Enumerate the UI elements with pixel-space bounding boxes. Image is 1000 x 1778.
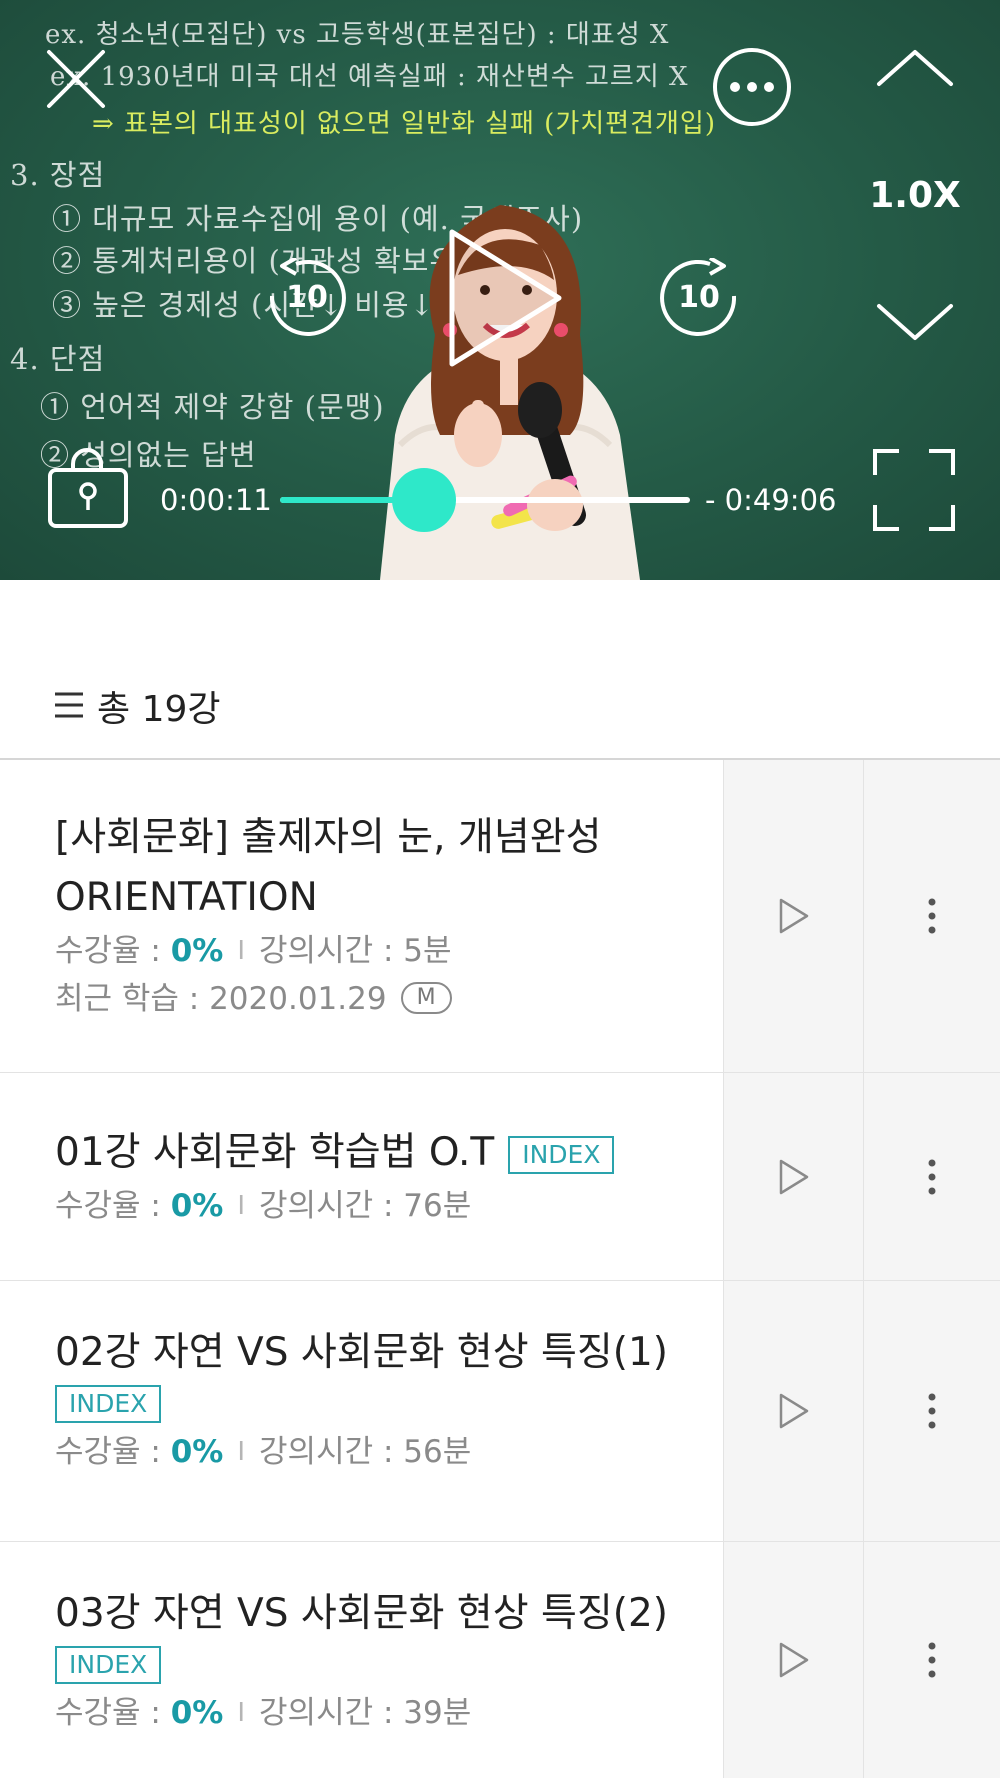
lecture-meta: 수강율 : 0% I 강의시간 : 5분 bbox=[55, 928, 715, 976]
lecture-info: 01강 사회문화 학습법 O.T INDEX 수강율 : 0% I 강의시간 : 76… bbox=[55, 1123, 715, 1231]
recent-study: 최근 학습 : 2020.01.29 M bbox=[55, 976, 715, 1022]
rate-label: 수강율 : bbox=[55, 933, 171, 969]
badge-row: INDEX bbox=[55, 1385, 715, 1423]
chevron-up-icon bbox=[877, 50, 953, 86]
remaining-time: - 0:49:06 bbox=[705, 483, 837, 517]
rate-label: 수강율 : bbox=[55, 1695, 171, 1731]
seek-bar[interactable] bbox=[280, 468, 690, 532]
forward-seconds: 10 bbox=[678, 280, 720, 315]
lecture-item[interactable]: [사회문화] 출제자의 눈, 개념완성 ORIENTATION 수강율 : 0%… bbox=[0, 760, 1000, 1073]
video-player[interactable]: ex. 청소년(모집단) vs 고등학생(표본집단) : 대표성 X ex. 1… bbox=[0, 0, 1000, 580]
current-time: 0:00:11 bbox=[160, 483, 272, 517]
lecture-options-button[interactable] bbox=[863, 1542, 1000, 1778]
speed-down-button[interactable] bbox=[875, 302, 955, 342]
lecture-info: 02강 자연 VS 사회문화 현상 특징(1) INDEX 수강율 : 0% I 강… bbox=[55, 1323, 715, 1477]
chalk-line: 4. 단점 bbox=[10, 342, 106, 376]
index-badge[interactable]: INDEX bbox=[55, 1646, 162, 1684]
speed-up-button[interactable] bbox=[875, 48, 955, 88]
separator: I bbox=[237, 936, 246, 966]
forward-10-button[interactable]: 10 bbox=[658, 258, 740, 340]
lecture-meta: 수강율 : 0% I 강의시간 : 56분 bbox=[55, 1429, 715, 1477]
chalk-line: 3. 장점 bbox=[10, 158, 106, 192]
rate-label: 수강율 : bbox=[55, 1188, 171, 1224]
rewind-seconds: 10 bbox=[286, 280, 328, 315]
lecture-options-button[interactable] bbox=[863, 1073, 1000, 1280]
chalk-line: ex. 1930년대 미국 대선 예측실패 : 재산변수 고르지 X bbox=[50, 62, 689, 92]
mobile-badge: M bbox=[400, 981, 452, 1014]
fullscreen-icon bbox=[873, 449, 955, 531]
lecture-title: [사회문화] 출제자의 눈, 개념완성 bbox=[55, 815, 602, 860]
index-badge[interactable]: INDEX bbox=[508, 1135, 615, 1174]
menu-icon bbox=[55, 692, 83, 718]
separator: I bbox=[237, 1698, 246, 1728]
play-icon bbox=[779, 1642, 808, 1678]
lock-button[interactable] bbox=[47, 448, 129, 530]
chalk-line: ① 언어적 제약 강함 (문맹) bbox=[40, 390, 385, 424]
play-lecture-button[interactable] bbox=[723, 1281, 863, 1541]
chalk-line: ⇒ 표본의 대표성이 없으면 일반화 실패 (가치편견개입) bbox=[92, 109, 716, 139]
lecture-title: 02강 자연 VS 사회문화 현상 특징(1) bbox=[55, 1330, 668, 1375]
lecture-duration: 강의시간 : 5분 bbox=[259, 933, 452, 969]
play-lecture-button[interactable] bbox=[723, 760, 863, 1072]
fullscreen-button[interactable] bbox=[872, 448, 956, 532]
lecture-title: 01강 사회문화 학습법 O.T bbox=[55, 1130, 495, 1175]
completion-rate: 0% bbox=[170, 1188, 224, 1224]
play-icon bbox=[779, 898, 808, 934]
chalk-line: ex. 청소년(모집단) vs 고등학생(표본집단) : 대표성 X bbox=[45, 20, 670, 50]
play-lecture-button[interactable] bbox=[723, 1073, 863, 1280]
close-icon bbox=[47, 50, 105, 108]
completion-rate: 0% bbox=[170, 1434, 224, 1470]
play-icon bbox=[449, 229, 562, 367]
more-vertical-icon bbox=[928, 1642, 936, 1678]
play-lecture-button[interactable] bbox=[723, 1542, 863, 1778]
lecture-options-button[interactable] bbox=[863, 760, 1000, 1072]
more-button[interactable] bbox=[712, 47, 792, 127]
lecture-info: 03강 자연 VS 사회문화 현상 특징(2) INDEX 수강율 : 0% I 강… bbox=[55, 1584, 715, 1738]
rate-label: 수강율 : bbox=[55, 1434, 171, 1470]
lecture-info: [사회문화] 출제자의 눈, 개념완성 ORIENTATION 수강율 : 0%… bbox=[55, 808, 715, 1022]
lecture-title-row: 01강 사회문화 학습법 O.T INDEX bbox=[55, 1123, 715, 1183]
play-icon bbox=[779, 1159, 808, 1194]
playback-speed: 1.0X bbox=[869, 175, 961, 216]
lecture-item[interactable]: 03강 자연 VS 사회문화 현상 특징(2) INDEX 수강율 : 0% I 강… bbox=[0, 1542, 1000, 1778]
lecture-title: 03강 자연 VS 사회문화 현상 특징(2) bbox=[55, 1591, 668, 1636]
lecture-item[interactable]: 02강 자연 VS 사회문화 현상 특징(1) INDEX 수강율 : 0% I 강… bbox=[0, 1281, 1000, 1542]
completion-rate: 0% bbox=[170, 933, 224, 969]
completion-rate: 0% bbox=[170, 1695, 224, 1731]
lecture-options-button[interactable] bbox=[863, 1281, 1000, 1541]
total-lectures: 총 19강 bbox=[97, 689, 221, 730]
lecture-item[interactable]: 01강 사회문화 학습법 O.T INDEX 수강율 : 0% I 강의시간 : 76… bbox=[0, 1073, 1000, 1281]
lecture-meta: 수강율 : 0% I 강의시간 : 39분 bbox=[55, 1690, 715, 1738]
lecture-list-header: 총 19강 bbox=[0, 640, 1000, 760]
chevron-down-icon bbox=[877, 304, 953, 340]
separator: I bbox=[237, 1437, 246, 1467]
lock-icon bbox=[48, 448, 128, 528]
play-button[interactable] bbox=[447, 228, 567, 368]
lecture-title-continued: ORIENTATION bbox=[55, 875, 318, 920]
badge-row: INDEX bbox=[55, 1646, 715, 1684]
seek-handle[interactable] bbox=[391, 468, 456, 532]
lecture-duration: 강의시간 : 76분 bbox=[259, 1188, 472, 1224]
more-vertical-icon bbox=[928, 1393, 936, 1429]
lecture-meta: 수강율 : 0% I 강의시간 : 76분 bbox=[55, 1183, 715, 1231]
separator: I bbox=[237, 1191, 246, 1221]
play-icon bbox=[779, 1393, 808, 1429]
close-button[interactable] bbox=[45, 48, 107, 110]
more-vertical-icon bbox=[928, 1159, 936, 1194]
index-badge[interactable]: INDEX bbox=[55, 1385, 162, 1423]
lecture-duration: 강의시간 : 39분 bbox=[259, 1695, 472, 1731]
more-horizontal-icon bbox=[713, 48, 791, 126]
more-vertical-icon bbox=[928, 898, 936, 934]
recent-study-date: 최근 학습 : 2020.01.29 bbox=[55, 981, 387, 1017]
lecture-duration: 강의시간 : 56분 bbox=[259, 1434, 472, 1470]
rewind-10-button[interactable]: 10 bbox=[266, 258, 348, 340]
